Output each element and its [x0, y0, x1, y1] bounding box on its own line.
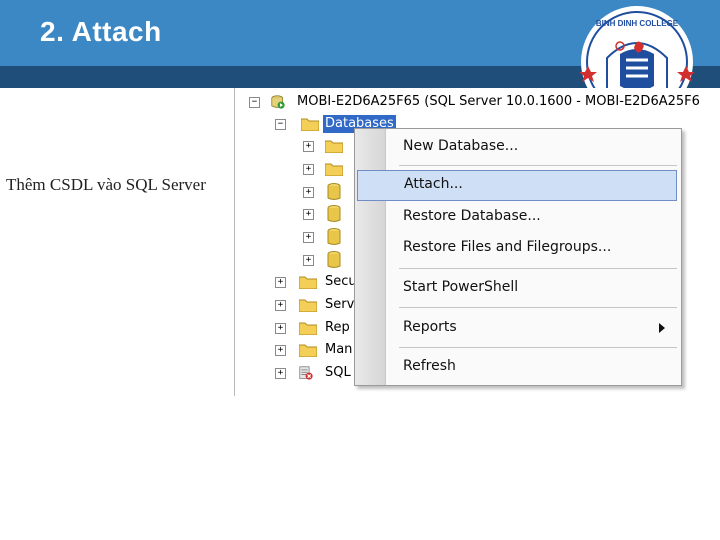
menu-item-label: Restore Files and Filegroups...: [403, 239, 612, 255]
logo-text: BINH DINH COLLEGE: [596, 19, 679, 28]
folder-icon: [325, 140, 343, 153]
folder-icon: [299, 299, 317, 312]
expand-icon[interactable]: +: [303, 141, 314, 152]
menu-item-label: Refresh: [403, 358, 456, 374]
server-icon: [271, 95, 285, 109]
menu-item-restore-database[interactable]: Restore Database...: [357, 203, 677, 231]
submenu-arrow-icon: [659, 323, 665, 333]
expand-icon[interactable]: +: [303, 164, 314, 175]
expand-icon[interactable]: +: [303, 255, 314, 266]
expand-icon[interactable]: +: [275, 345, 286, 356]
slide-title: 2. Attach: [40, 16, 162, 47]
expand-icon[interactable]: +: [303, 187, 314, 198]
folder-icon: [301, 118, 319, 131]
menu-item-label: Attach...: [404, 176, 463, 192]
sql-agent-label: SQL: [325, 365, 351, 380]
server-objects-label: Serv: [325, 297, 355, 312]
replication-label: Rep: [325, 320, 350, 335]
menu-item-label: Start PowerShell: [403, 279, 519, 295]
expand-icon[interactable]: +: [275, 300, 286, 311]
database-icon: [327, 228, 341, 245]
slide-caption: Thêm CSDL vào SQL Server: [6, 175, 206, 194]
menu-item-label: New Database...: [403, 138, 519, 154]
expand-icon[interactable]: +: [275, 277, 286, 288]
menu-separator: [399, 347, 677, 348]
menu-item-start-powershell[interactable]: Start PowerShell: [357, 274, 677, 302]
menu-separator: [399, 165, 677, 166]
menu-item-label: Reports: [403, 319, 457, 335]
menu-item-reports[interactable]: Reports: [357, 314, 677, 342]
menu-item-restore-files[interactable]: Restore Files and Filegroups...: [357, 234, 677, 262]
menu-separator: [399, 307, 677, 308]
folder-icon: [299, 276, 317, 289]
expand-icon[interactable]: +: [303, 232, 314, 243]
database-icon: [327, 251, 341, 268]
database-icon: [327, 183, 341, 200]
menu-item-new-database[interactable]: New Database...: [357, 133, 677, 161]
folder-icon: [299, 344, 317, 357]
sql-agent-icon: [299, 366, 313, 380]
college-logo: BINH DINH COLLEGE: [579, 6, 695, 98]
menu-item-attach[interactable]: Attach...: [357, 170, 677, 201]
menu-item-label: Restore Database...: [403, 208, 541, 224]
collapse-icon[interactable]: −: [249, 97, 260, 108]
folder-icon: [325, 163, 343, 176]
menu-item-refresh[interactable]: Refresh: [357, 353, 677, 381]
collapse-icon[interactable]: −: [275, 119, 286, 130]
expand-icon[interactable]: +: [303, 209, 314, 220]
tree-row-server[interactable]: − MOBI-E2D6A25F65 (SQL Server 10.0.1600 …: [235, 93, 720, 113]
expand-icon[interactable]: +: [275, 368, 286, 379]
folder-icon: [299, 322, 317, 335]
expand-icon[interactable]: +: [275, 323, 286, 334]
context-menu: New Database... Attach... Restore Databa…: [354, 128, 682, 386]
server-label: MOBI-E2D6A25F65 (SQL Server 10.0.1600 - …: [297, 94, 700, 109]
menu-separator: [399, 268, 677, 269]
management-label: Man: [325, 342, 353, 357]
security-label: Secu: [325, 274, 357, 289]
database-icon: [327, 205, 341, 222]
